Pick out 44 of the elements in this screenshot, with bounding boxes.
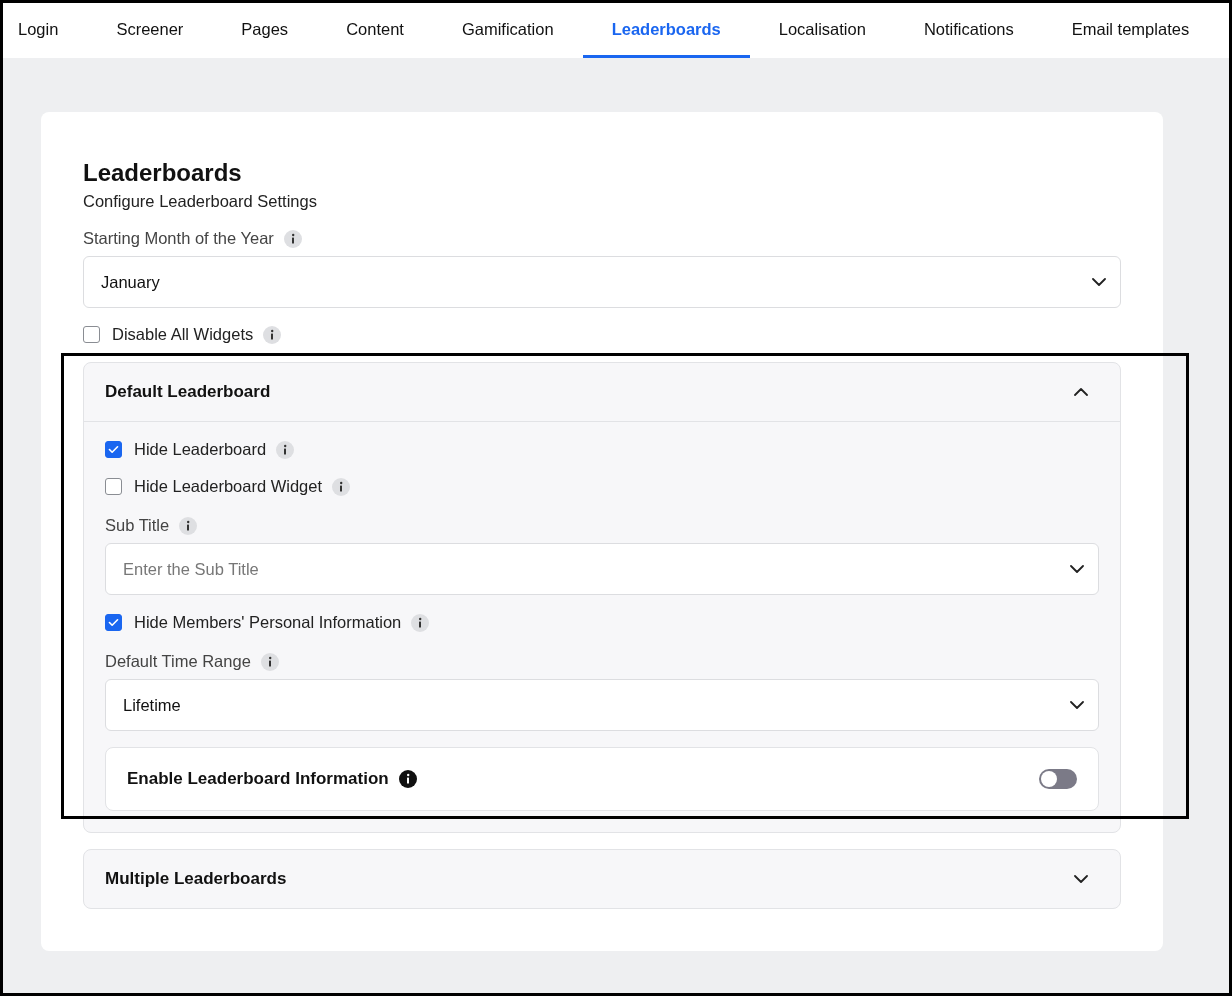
- checkbox-label: Hide Leaderboard: [134, 440, 267, 459]
- checkbox[interactable]: [105, 478, 122, 495]
- info-icon[interactable]: [398, 770, 417, 788]
- toggle-label: Enable Leaderboard Information: [127, 769, 389, 789]
- checkbox-label: Hide Leaderboard Widget: [134, 477, 323, 496]
- field-label: Default Time Range: [105, 652, 251, 671]
- checkbox-label: Disable All Widgets: [112, 325, 254, 344]
- card-subtitle: Configure Leaderboard Settings: [83, 192, 318, 211]
- tab[interactable]: Pages: [212, 3, 318, 58]
- checkbox[interactable]: [83, 326, 100, 343]
- field-label: Sub Title: [105, 516, 170, 535]
- tab[interactable]: Leaderboards: [582, 3, 750, 58]
- checkbox-label: Hide Members' Personal Information: [134, 613, 402, 632]
- accordion-title[interactable]: Multiple Leaderboards: [105, 869, 287, 889]
- tab[interactable]: Gamification: [432, 3, 583, 58]
- checkmark-icon: [108, 618, 119, 627]
- info-icon[interactable]: [411, 613, 430, 632]
- info-icon[interactable]: [283, 229, 302, 248]
- checkmark-icon: [108, 445, 119, 454]
- info-icon[interactable]: [276, 440, 295, 459]
- chevron-down-icon: [1092, 278, 1106, 286]
- checkbox[interactable]: [105, 614, 122, 631]
- card-title: Leaderboards: [83, 158, 243, 188]
- chevron-down-icon: [1070, 701, 1084, 709]
- tab[interactable]: Login: [3, 3, 88, 58]
- tab[interactable]: Notifications: [894, 3, 1043, 58]
- info-icon[interactable]: [179, 516, 198, 535]
- info-icon[interactable]: [260, 652, 279, 671]
- info-icon[interactable]: [263, 325, 282, 344]
- checkbox[interactable]: [105, 441, 122, 458]
- select-field[interactable]: Enter the Sub Title: [105, 543, 1099, 595]
- toggle-switch[interactable]: [1039, 769, 1077, 789]
- select-field[interactable]: Lifetime: [105, 679, 1099, 731]
- tab[interactable]: Localisation: [749, 3, 895, 58]
- tab[interactable]: Screener: [87, 3, 213, 58]
- chevron-down-icon[interactable]: [1074, 875, 1088, 883]
- info-icon[interactable]: [332, 477, 351, 496]
- tab[interactable]: Content: [317, 3, 433, 58]
- field-label: Starting Month of the Year: [83, 229, 274, 248]
- chevron-down-icon: [1070, 565, 1084, 573]
- chevron-up-icon[interactable]: [1074, 388, 1088, 396]
- accordion-title[interactable]: Default Leaderboard: [105, 382, 271, 402]
- select-field[interactable]: January: [83, 256, 1121, 308]
- tab[interactable]: Email templates: [1042, 3, 1219, 58]
